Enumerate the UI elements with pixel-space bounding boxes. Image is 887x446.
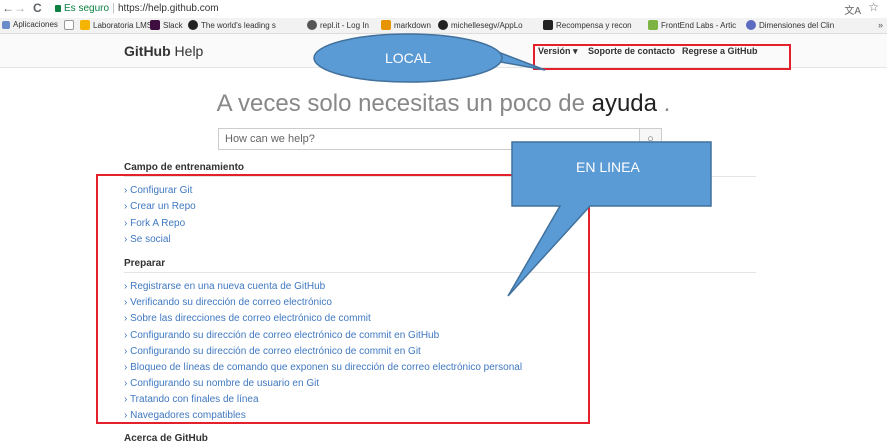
bookmark-apps[interactable]: Aplicaciones — [2, 20, 58, 29]
secure-indicator[interactable]: Es seguro — [55, 3, 109, 14]
translate-icon[interactable]: 文A — [844, 2, 861, 17]
recompensa-icon — [543, 20, 553, 30]
forward-icon[interactable]: → — [14, 1, 26, 15]
secure-label: Es seguro — [64, 3, 110, 14]
bookmark-laboratoria[interactable]: Laboratoria LMS — [80, 20, 152, 30]
browser-address-bar: ← → C Es seguro | https://help.github.co… — [0, 0, 887, 18]
section-title-bootcamp: Campo de entrenamiento — [124, 162, 245, 173]
page-icon — [64, 20, 74, 30]
url-separator: | — [112, 2, 115, 14]
bookmark-label: Aplicaciones — [13, 20, 58, 29]
laboratoria-icon — [80, 20, 90, 30]
github-icon — [188, 20, 198, 30]
hero-highlight: ayuda — [591, 90, 657, 117]
back-icon[interactable]: ← — [2, 1, 14, 15]
markdown-icon — [381, 20, 391, 30]
github-help-logo[interactable]: GitHub Help — [124, 43, 203, 59]
bookmark-label: Laboratoria LMS — [93, 21, 153, 30]
url-field[interactable]: https://help.github.com — [118, 3, 219, 14]
more-bookmarks-icon[interactable]: » — [878, 20, 883, 30]
bookmark-dimensiones[interactable]: Dimensiones del Clin — [746, 20, 834, 30]
logo-light: Help — [174, 43, 204, 59]
globe-icon — [746, 20, 756, 30]
hero-suffix: . — [663, 90, 671, 117]
github-icon — [438, 20, 448, 30]
local-callout-label: LOCAL — [385, 50, 431, 66]
bookmark-frontend[interactable]: FrontEnd Labs - Artic — [648, 20, 736, 30]
bookmark-label: The world's leading s — [201, 21, 276, 30]
bookmark-slack[interactable]: Slack — [150, 20, 183, 30]
bookmarks-bar: Aplicaciones Laboratoria LMS Slack The w… — [0, 18, 887, 34]
online-callout-label: EN LINEA — [576, 159, 640, 175]
bookmark-label: repl.it - Log In — [320, 21, 369, 30]
bookmark-github[interactable]: The world's leading s — [188, 20, 276, 30]
bookmark-label: markdown — [394, 21, 431, 30]
bookmark-label: Recompensa y recon — [556, 21, 632, 30]
slack-icon — [150, 20, 160, 30]
bookmark-label: michellesegv/AppLo — [451, 21, 523, 30]
bookmark-blank[interactable] — [64, 20, 77, 30]
bookmark-markdown[interactable]: markdown — [381, 20, 431, 30]
section-title-acerca: Acerca de GitHub — [124, 433, 208, 444]
search-placeholder: How can we help? — [225, 133, 315, 145]
bookmark-applo[interactable]: michellesegv/AppLo — [438, 20, 523, 30]
logo-bold: GitHub — [124, 43, 171, 59]
reload-icon[interactable]: C — [33, 1, 42, 15]
bookmark-recompensa[interactable]: Recompensa y recon — [543, 20, 632, 30]
hero-prefix: A veces solo necesitas un poco de — [216, 90, 585, 117]
search-button[interactable]: ○ — [639, 129, 661, 149]
hero-heading: A veces solo necesitas un poco de ayuda … — [0, 90, 887, 118]
bookmark-label: Slack — [163, 21, 183, 30]
bookmark-label: FrontEnd Labs - Artic — [661, 21, 737, 30]
bookmark-replit[interactable]: repl.it - Log In — [307, 20, 369, 30]
lock-icon — [55, 5, 61, 12]
bookmark-label: Dimensiones del Clin — [759, 21, 835, 30]
apps-icon — [2, 21, 10, 29]
online-highlight-box — [96, 174, 590, 424]
replit-icon — [307, 20, 317, 30]
search-icon: ○ — [647, 133, 654, 145]
star-icon[interactable]: ☆ — [868, 0, 879, 14]
search-input[interactable]: How can we help? ○ — [218, 128, 662, 150]
frontend-icon — [648, 20, 658, 30]
local-highlight-box — [533, 44, 791, 70]
